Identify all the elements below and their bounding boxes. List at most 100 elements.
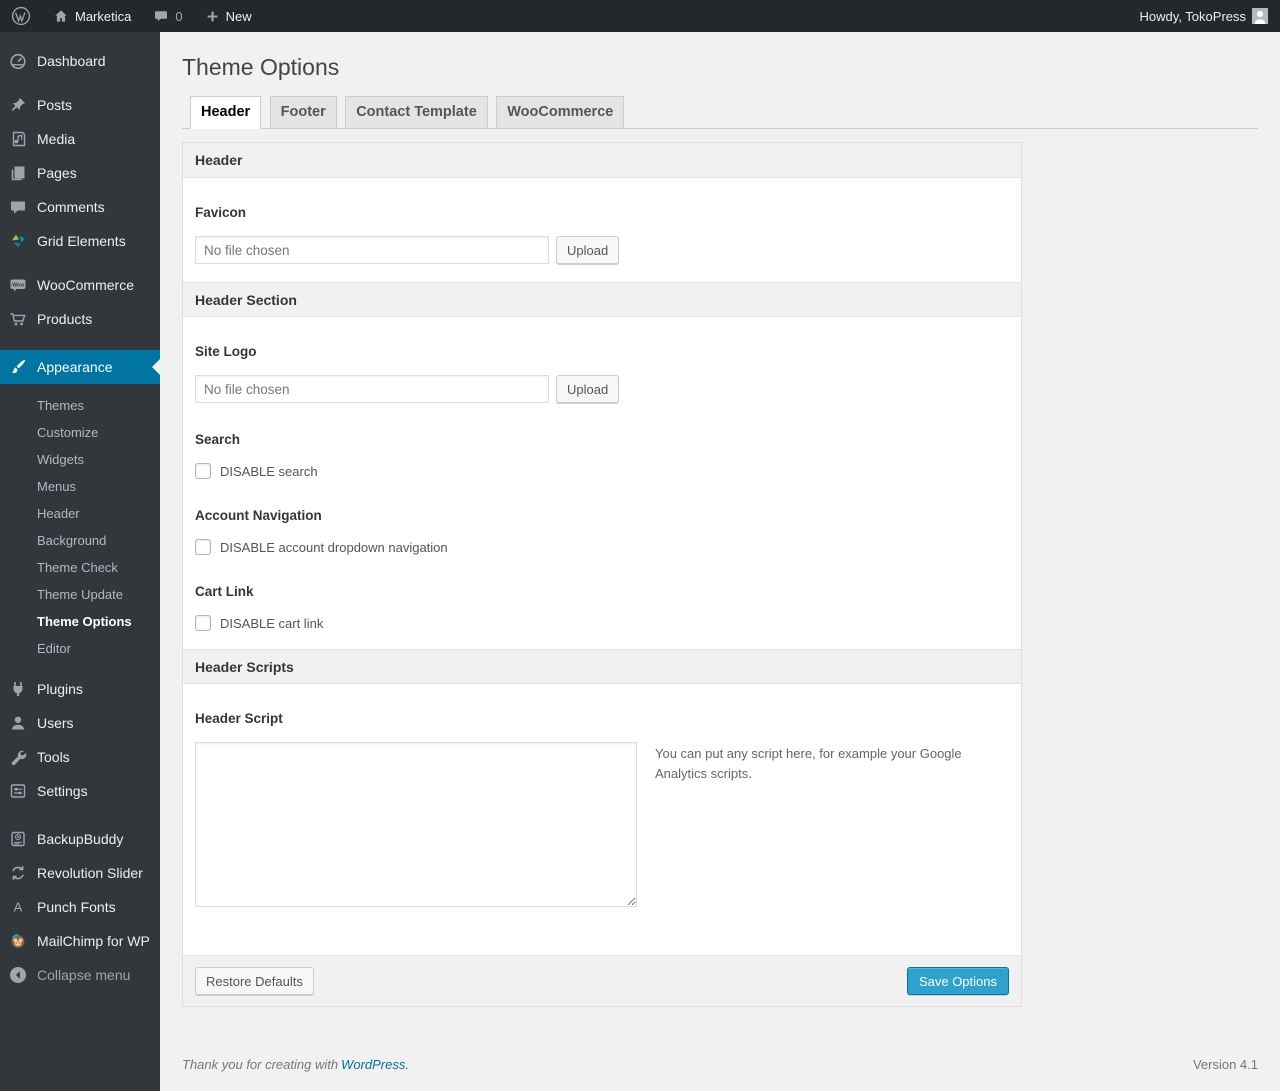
save-options-button[interactable]: Save Options [906, 967, 1009, 995]
cart-link-field: Cart Link DISABLE cart link [195, 584, 1009, 631]
sidebar-item-punch-fonts[interactable]: A Punch Fonts [0, 890, 160, 924]
plus-icon [205, 9, 220, 24]
sidebar-item-comments[interactable]: Comments [0, 190, 160, 224]
refresh-arrows-icon [8, 863, 28, 883]
sidebar-item-posts[interactable]: Posts [0, 88, 160, 122]
disable-account-nav-label: DISABLE account dropdown navigation [220, 539, 448, 555]
disable-search-row: DISABLE search [195, 463, 1009, 479]
comments-menu[interactable]: 0 [142, 0, 193, 32]
disable-account-nav-row: DISABLE account dropdown navigation [195, 539, 1009, 555]
restore-defaults-button[interactable]: Restore Defaults [195, 967, 314, 995]
sidebar-subitem-editor[interactable]: Editor [0, 635, 160, 662]
tab-bar: Header Footer Contact Template WooCommer… [182, 96, 1258, 129]
sidebar-item-woocommerce[interactable]: Woo WooCommerce [0, 268, 160, 302]
tab-woocommerce[interactable]: WooCommerce [496, 96, 625, 129]
sidebar-subitem-customize[interactable]: Customize [0, 419, 160, 446]
plug-icon [8, 679, 28, 699]
sidebar-item-users[interactable]: Users [0, 706, 160, 740]
sidebar-item-label: Settings [37, 783, 88, 799]
mailchimp-monkey-icon [8, 931, 28, 951]
sidebar-item-label: Users [37, 715, 74, 731]
header-script-textarea[interactable] [195, 742, 637, 907]
disable-cart-link-label: DISABLE cart link [220, 615, 324, 631]
favicon-upload-button[interactable]: Upload [556, 236, 620, 264]
site-name-menu[interactable]: Marketica [42, 0, 142, 32]
grid-elements-icon [8, 231, 28, 251]
disable-search-label: DISABLE search [220, 463, 318, 479]
pushpin-icon [8, 95, 28, 115]
sidebar-item-label: Products [37, 311, 93, 327]
sidebar-item-grid-elements[interactable]: Grid Elements [0, 224, 160, 258]
disable-cart-link-checkbox[interactable] [195, 615, 211, 631]
sidebar-item-plugins[interactable]: Plugins [0, 672, 160, 706]
collapse-menu-button[interactable]: Collapse menu [0, 958, 160, 992]
footer-thanks-text: Thank you for creating with [182, 1057, 339, 1072]
comment-count: 0 [175, 8, 183, 24]
wordpress-icon [11, 6, 31, 26]
sidebar-item-products[interactable]: Products [0, 302, 160, 336]
account-navigation-field: Account Navigation DISABLE account dropd… [195, 508, 1009, 555]
favicon-field: Favicon Upload [195, 205, 1009, 264]
sidebar-item-media[interactable]: Media [0, 122, 160, 156]
sidebar-item-label: Media [37, 131, 76, 147]
dashboard-icon [8, 51, 28, 71]
avatar [1252, 8, 1268, 24]
sidebar-item-label: BackupBuddy [37, 831, 124, 847]
sidebar-item-revolution-slider[interactable]: Revolution Slider [0, 856, 160, 890]
search-field: Search DISABLE search [195, 432, 1009, 479]
sidebar-item-pages[interactable]: Pages [0, 156, 160, 190]
disable-account-nav-checkbox[interactable] [195, 539, 211, 555]
admin-footer: Thank you for creating with WordPress. Ve… [182, 1057, 1258, 1084]
sidebar-subitem-theme-check[interactable]: Theme Check [0, 554, 160, 581]
woocommerce-icon: Woo [8, 275, 28, 295]
sidebar-item-tools[interactable]: Tools [0, 740, 160, 774]
sidebar-item-backupbuddy[interactable]: BackupBuddy [0, 822, 160, 856]
admin-bar-left: Marketica 0 New [0, 0, 263, 32]
sidebar-subitem-menus[interactable]: Menus [0, 473, 160, 500]
site-logo-file-input[interactable] [195, 375, 549, 403]
sidebar-item-appearance[interactable]: Appearance [0, 350, 160, 384]
tab-footer[interactable]: Footer [269, 96, 337, 129]
sidebar-subitem-theme-update[interactable]: Theme Update [0, 581, 160, 608]
my-account-menu[interactable]: Howdy, TokoPress [1129, 0, 1280, 32]
favicon-file-input[interactable] [195, 236, 549, 264]
media-icon [8, 129, 28, 149]
wordpress-menu[interactable] [0, 0, 42, 32]
sidebar-subitem-widgets[interactable]: Widgets [0, 446, 160, 473]
sidebar-item-label: Revolution Slider [37, 865, 143, 881]
sidebar-subitem-theme-options[interactable]: Theme Options [0, 608, 160, 635]
wrench-icon [8, 747, 28, 767]
page-title: Theme Options [182, 54, 340, 80]
sidebar-item-label: Dashboard [37, 53, 106, 69]
sidebar-item-dashboard[interactable]: Dashboard [0, 44, 160, 78]
comment-bubble-icon [153, 8, 169, 24]
sidebar-item-label: Posts [37, 97, 73, 113]
svg-text:Woo: Woo [12, 283, 25, 289]
main-content: Theme Options Header Footer Contact Temp… [160, 32, 1280, 1091]
sidebar-item-label: Grid Elements [37, 233, 126, 249]
sidebar-subitem-header[interactable]: Header [0, 500, 160, 527]
new-content-menu[interactable]: New [194, 0, 263, 32]
sidebar-item-label: Appearance [37, 359, 113, 375]
comments-icon [8, 197, 28, 217]
tab-header[interactable]: Header [190, 96, 262, 129]
section-header-section-body: Site Logo Upload Search DISABLE search A… [183, 317, 1021, 649]
sidebar-item-mailchimp[interactable]: MailChimp for WP [0, 924, 160, 958]
disable-search-checkbox[interactable] [195, 463, 211, 479]
section-header-body: Favicon Upload [183, 178, 1021, 282]
account-navigation-label: Account Navigation [195, 508, 322, 523]
footer-thanks: Thank you for creating with WordPress. [182, 1057, 409, 1072]
version-label: Version 4.1 [1192, 1057, 1258, 1072]
sidebar-subitem-themes[interactable]: Themes [0, 392, 160, 419]
cart-icon [8, 309, 28, 329]
site-name-label: Marketica [75, 8, 132, 24]
site-logo-field: Site Logo Upload [195, 344, 1009, 403]
sidebar-subitem-background[interactable]: Background [0, 527, 160, 554]
admin-bar-right: Howdy, TokoPress [1129, 0, 1280, 32]
tab-contact-template[interactable]: Contact Template [345, 96, 488, 129]
sidebar-item-settings[interactable]: Settings [0, 774, 160, 808]
header-script-help: You can put any script here, for example… [655, 746, 962, 782]
howdy-label: Howdy, TokoPress [1139, 8, 1246, 24]
wordpress-link[interactable]: WordPress. [341, 1057, 409, 1072]
site-logo-upload-button[interactable]: Upload [556, 375, 620, 403]
